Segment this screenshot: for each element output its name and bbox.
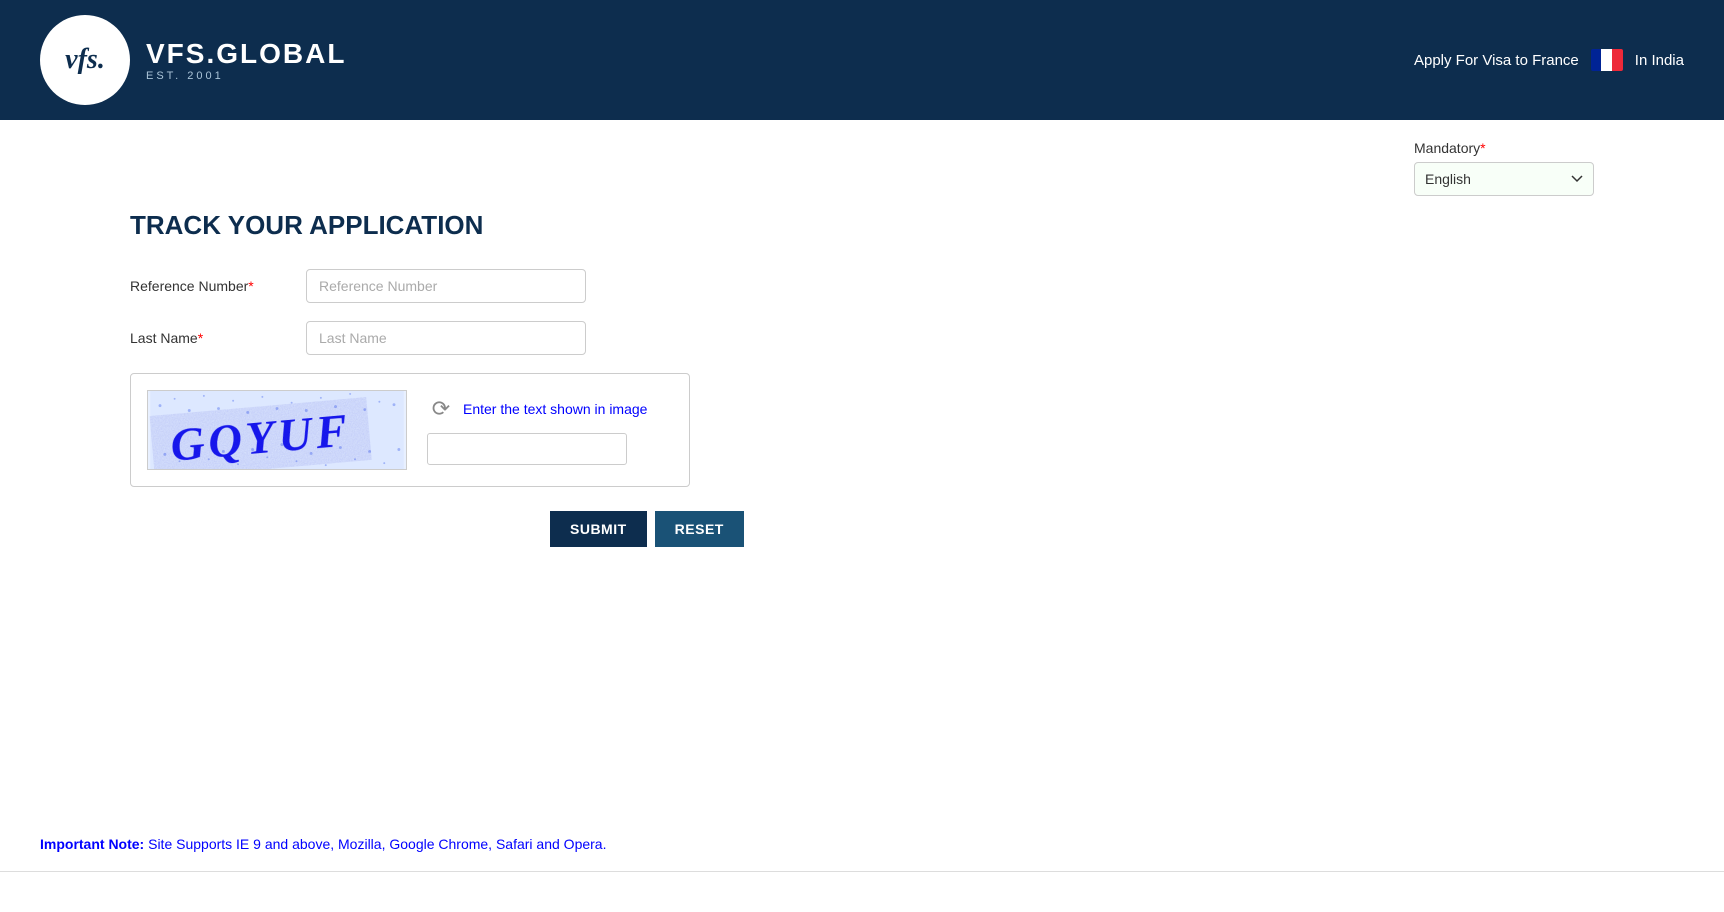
mandatory-text: Mandatory — [1414, 140, 1480, 156]
reference-number-label: Reference Number* — [130, 278, 290, 294]
captcha-image: GQYUF — [147, 390, 407, 470]
important-note-text: Site Supports IE 9 and above, Mozilla, G… — [148, 836, 606, 852]
header-right: Apply For Visa to France In India — [1414, 49, 1684, 71]
logo-circle: vfs. — [40, 15, 130, 105]
bottom-section: Important Note: Site Supports IE 9 and a… — [0, 871, 1724, 912]
brand-info: VFS.GLOBAL EST. 2001 — [146, 38, 346, 82]
important-note: Important Note: Site Supports IE 9 and a… — [40, 836, 1684, 852]
captcha-refresh-row: ⟳ Enter the text shown in image — [427, 395, 673, 423]
last-name-label-text: Last Name — [130, 330, 198, 346]
last-name-group: Last Name* — [130, 321, 730, 355]
refresh-icon[interactable]: ⟳ — [427, 395, 455, 423]
mandatory-area: Mandatory* English French Hindi — [1414, 140, 1594, 196]
main-content: Mandatory* English French Hindi TRACK YO… — [0, 120, 1724, 912]
header: vfs. VFS.GLOBAL EST. 2001 Apply For Visa… — [0, 0, 1724, 120]
last-name-label: Last Name* — [130, 330, 290, 346]
apply-visa-text: Apply For Visa to France — [1414, 52, 1579, 69]
logo-area: vfs. VFS.GLOBAL EST. 2001 — [40, 15, 346, 105]
reference-required-star: * — [248, 278, 253, 294]
france-flag — [1591, 49, 1623, 71]
lastname-required-star: * — [198, 330, 203, 346]
captcha-container: GQYUF ⟳ Enter the text shown in image — [130, 373, 690, 487]
button-row: SUBMIT RESET — [130, 511, 730, 547]
est-label: EST. 2001 — [146, 70, 346, 82]
last-name-input[interactable] — [306, 321, 586, 355]
captcha-hint-text: Enter the text shown in — [463, 401, 605, 417]
submit-button[interactable]: SUBMIT — [550, 511, 647, 547]
brand-name: VFS.GLOBAL — [146, 38, 346, 70]
reference-number-label-text: Reference Number — [130, 278, 248, 294]
flag-red — [1612, 49, 1623, 71]
captcha-hint: Enter the text shown in image — [463, 401, 647, 417]
form-area: Reference Number* Last Name* — [130, 269, 730, 547]
flag-white — [1601, 49, 1612, 71]
flag-blue — [1591, 49, 1602, 71]
reference-number-group: Reference Number* — [130, 269, 730, 303]
reset-button[interactable]: RESET — [655, 511, 744, 547]
page-title: TRACK YOUR APPLICATION — [130, 210, 1684, 241]
location-text: In India — [1635, 52, 1684, 69]
mandatory-label: Mandatory* — [1414, 140, 1594, 156]
logo-vfs-text: vfs. — [65, 46, 105, 74]
captcha-hint-link: image — [609, 401, 647, 417]
language-select[interactable]: English French Hindi — [1414, 162, 1594, 196]
captcha-right: ⟳ Enter the text shown in image — [427, 395, 673, 465]
important-note-label: Important Note: — [40, 836, 144, 852]
mandatory-star: * — [1480, 140, 1485, 156]
reference-number-input[interactable] — [306, 269, 586, 303]
captcha-input[interactable] — [427, 433, 627, 465]
